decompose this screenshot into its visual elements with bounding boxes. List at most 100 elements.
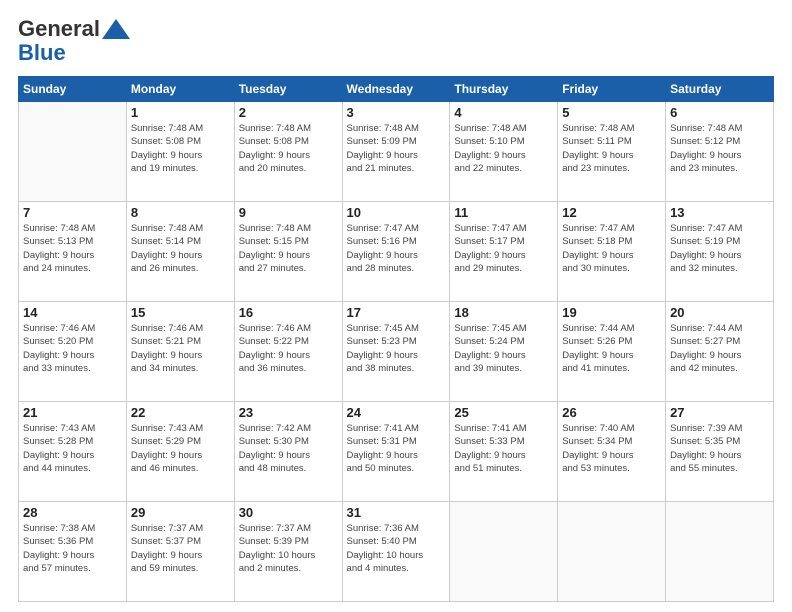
day-number: 29 <box>131 505 230 520</box>
day-info: Sunrise: 7:46 AMSunset: 5:20 PMDaylight:… <box>23 322 122 375</box>
day-info: Sunrise: 7:45 AMSunset: 5:23 PMDaylight:… <box>347 322 446 375</box>
calendar-day-header: Sunday <box>19 77 127 102</box>
day-number: 11 <box>454 205 553 220</box>
calendar-cell: 4 Sunrise: 7:48 AMSunset: 5:10 PMDaylight… <box>450 102 558 202</box>
calendar-cell: 29 Sunrise: 7:37 AMSunset: 5:37 PMDayligh… <box>126 502 234 602</box>
day-info: Sunrise: 7:48 AMSunset: 5:08 PMDaylight:… <box>239 122 338 175</box>
day-info: Sunrise: 7:40 AMSunset: 5:34 PMDaylight:… <box>562 422 661 475</box>
logo-general-text: General <box>18 16 100 42</box>
day-info: Sunrise: 7:47 AMSunset: 5:18 PMDaylight:… <box>562 222 661 275</box>
day-number: 3 <box>347 105 446 120</box>
day-info: Sunrise: 7:39 AMSunset: 5:35 PMDaylight:… <box>670 422 769 475</box>
calendar-header-row: SundayMondayTuesdayWednesdayThursdayFrid… <box>19 77 774 102</box>
day-number: 16 <box>239 305 338 320</box>
day-number: 13 <box>670 205 769 220</box>
day-info: Sunrise: 7:47 AMSunset: 5:19 PMDaylight:… <box>670 222 769 275</box>
calendar-cell: 15 Sunrise: 7:46 AMSunset: 5:21 PMDayligh… <box>126 302 234 402</box>
day-info: Sunrise: 7:41 AMSunset: 5:33 PMDaylight:… <box>454 422 553 475</box>
day-number: 30 <box>239 505 338 520</box>
day-info: Sunrise: 7:48 AMSunset: 5:08 PMDaylight:… <box>131 122 230 175</box>
calendar-day-header: Saturday <box>666 77 774 102</box>
calendar-cell <box>666 502 774 602</box>
calendar-week-row: 28Sunrise: 7:38 AMSunset: 5:36 PMDayligh… <box>19 502 774 602</box>
calendar-cell: 10 Sunrise: 7:47 AMSunset: 5:16 PMDayligh… <box>342 202 450 302</box>
calendar-cell: 28Sunrise: 7:38 AMSunset: 5:36 PMDayligh… <box>19 502 127 602</box>
calendar-cell: 23 Sunrise: 7:42 AMSunset: 5:30 PMDayligh… <box>234 402 342 502</box>
day-info: Sunrise: 7:47 AMSunset: 5:16 PMDaylight:… <box>347 222 446 275</box>
day-number: 5 <box>562 105 661 120</box>
day-info: Sunrise: 7:44 AMSunset: 5:27 PMDaylight:… <box>670 322 769 375</box>
calendar-week-row: 14 Sunrise: 7:46 AMSunset: 5:20 PMDayligh… <box>19 302 774 402</box>
calendar-cell: 16Sunrise: 7:46 AMSunset: 5:22 PMDayligh… <box>234 302 342 402</box>
day-number: 15 <box>131 305 230 320</box>
calendar-week-row: 1 Sunrise: 7:48 AMSunset: 5:08 PMDaylight… <box>19 102 774 202</box>
day-info: Sunrise: 7:46 AMSunset: 5:21 PMDaylight:… <box>131 322 230 375</box>
day-number: 7 <box>23 205 122 220</box>
calendar-cell: 8 Sunrise: 7:48 AMSunset: 5:14 PMDaylight… <box>126 202 234 302</box>
day-number: 12 <box>562 205 661 220</box>
logo-blue-text: Blue <box>18 40 66 65</box>
calendar-cell: 25 Sunrise: 7:41 AMSunset: 5:33 PMDayligh… <box>450 402 558 502</box>
day-info: Sunrise: 7:36 AMSunset: 5:40 PMDaylight:… <box>347 522 446 575</box>
day-info: Sunrise: 7:41 AMSunset: 5:31 PMDaylight:… <box>347 422 446 475</box>
day-number: 8 <box>131 205 230 220</box>
calendar-table: SundayMondayTuesdayWednesdayThursdayFrid… <box>18 76 774 602</box>
day-number: 25 <box>454 405 553 420</box>
day-info: Sunrise: 7:48 AMSunset: 5:13 PMDaylight:… <box>23 222 122 275</box>
day-info: Sunrise: 7:44 AMSunset: 5:26 PMDaylight:… <box>562 322 661 375</box>
calendar-day-header: Monday <box>126 77 234 102</box>
day-number: 26 <box>562 405 661 420</box>
calendar-cell <box>558 502 666 602</box>
day-info: Sunrise: 7:37 AMSunset: 5:37 PMDaylight:… <box>131 522 230 575</box>
calendar-cell: 14 Sunrise: 7:46 AMSunset: 5:20 PMDayligh… <box>19 302 127 402</box>
calendar-week-row: 7 Sunrise: 7:48 AMSunset: 5:13 PMDaylight… <box>19 202 774 302</box>
calendar-day-header: Thursday <box>450 77 558 102</box>
day-number: 2 <box>239 105 338 120</box>
day-info: Sunrise: 7:48 AMSunset: 5:14 PMDaylight:… <box>131 222 230 275</box>
day-number: 10 <box>347 205 446 220</box>
calendar-cell: 31 Sunrise: 7:36 AMSunset: 5:40 PMDayligh… <box>342 502 450 602</box>
logo: General Blue <box>18 16 130 66</box>
day-info: Sunrise: 7:47 AMSunset: 5:17 PMDaylight:… <box>454 222 553 275</box>
logo-icon <box>102 19 130 39</box>
day-number: 31 <box>347 505 446 520</box>
calendar-cell: 17 Sunrise: 7:45 AMSunset: 5:23 PMDayligh… <box>342 302 450 402</box>
calendar-cell: 24Sunrise: 7:41 AMSunset: 5:31 PMDayligh… <box>342 402 450 502</box>
day-number: 20 <box>670 305 769 320</box>
day-info: Sunrise: 7:48 AMSunset: 5:09 PMDaylight:… <box>347 122 446 175</box>
calendar-day-header: Wednesday <box>342 77 450 102</box>
day-number: 9 <box>239 205 338 220</box>
calendar-cell <box>450 502 558 602</box>
day-number: 1 <box>131 105 230 120</box>
day-info: Sunrise: 7:42 AMSunset: 5:30 PMDaylight:… <box>239 422 338 475</box>
calendar-cell: 26 Sunrise: 7:40 AMSunset: 5:34 PMDayligh… <box>558 402 666 502</box>
day-number: 14 <box>23 305 122 320</box>
calendar-cell: 2 Sunrise: 7:48 AMSunset: 5:08 PMDaylight… <box>234 102 342 202</box>
header: General Blue <box>18 16 774 66</box>
day-info: Sunrise: 7:48 AMSunset: 5:11 PMDaylight:… <box>562 122 661 175</box>
calendar-cell: 18 Sunrise: 7:45 AMSunset: 5:24 PMDayligh… <box>450 302 558 402</box>
day-number: 17 <box>347 305 446 320</box>
calendar-cell: 6Sunrise: 7:48 AMSunset: 5:12 PMDaylight… <box>666 102 774 202</box>
day-number: 4 <box>454 105 553 120</box>
calendar-cell: 12 Sunrise: 7:47 AMSunset: 5:18 PMDayligh… <box>558 202 666 302</box>
calendar-cell: 3 Sunrise: 7:48 AMSunset: 5:09 PMDaylight… <box>342 102 450 202</box>
day-info: Sunrise: 7:38 AMSunset: 5:36 PMDaylight:… <box>23 522 122 575</box>
day-number: 22 <box>131 405 230 420</box>
calendar-cell: 30Sunrise: 7:37 AMSunset: 5:39 PMDayligh… <box>234 502 342 602</box>
day-info: Sunrise: 7:48 AMSunset: 5:15 PMDaylight:… <box>239 222 338 275</box>
calendar-cell: 13 Sunrise: 7:47 AMSunset: 5:19 PMDayligh… <box>666 202 774 302</box>
calendar-cell: 9 Sunrise: 7:48 AMSunset: 5:15 PMDaylight… <box>234 202 342 302</box>
day-info: Sunrise: 7:45 AMSunset: 5:24 PMDaylight:… <box>454 322 553 375</box>
calendar-cell: 5 Sunrise: 7:48 AMSunset: 5:11 PMDaylight… <box>558 102 666 202</box>
calendar-day-header: Tuesday <box>234 77 342 102</box>
day-number: 18 <box>454 305 553 320</box>
calendar-cell: 19Sunrise: 7:44 AMSunset: 5:26 PMDayligh… <box>558 302 666 402</box>
day-number: 6 <box>670 105 769 120</box>
calendar-day-header: Friday <box>558 77 666 102</box>
calendar-cell: 20 Sunrise: 7:44 AMSunset: 5:27 PMDayligh… <box>666 302 774 402</box>
day-info: Sunrise: 7:43 AMSunset: 5:28 PMDaylight:… <box>23 422 122 475</box>
calendar-cell: 21Sunrise: 7:43 AMSunset: 5:28 PMDayligh… <box>19 402 127 502</box>
day-info: Sunrise: 7:48 AMSunset: 5:10 PMDaylight:… <box>454 122 553 175</box>
day-number: 23 <box>239 405 338 420</box>
